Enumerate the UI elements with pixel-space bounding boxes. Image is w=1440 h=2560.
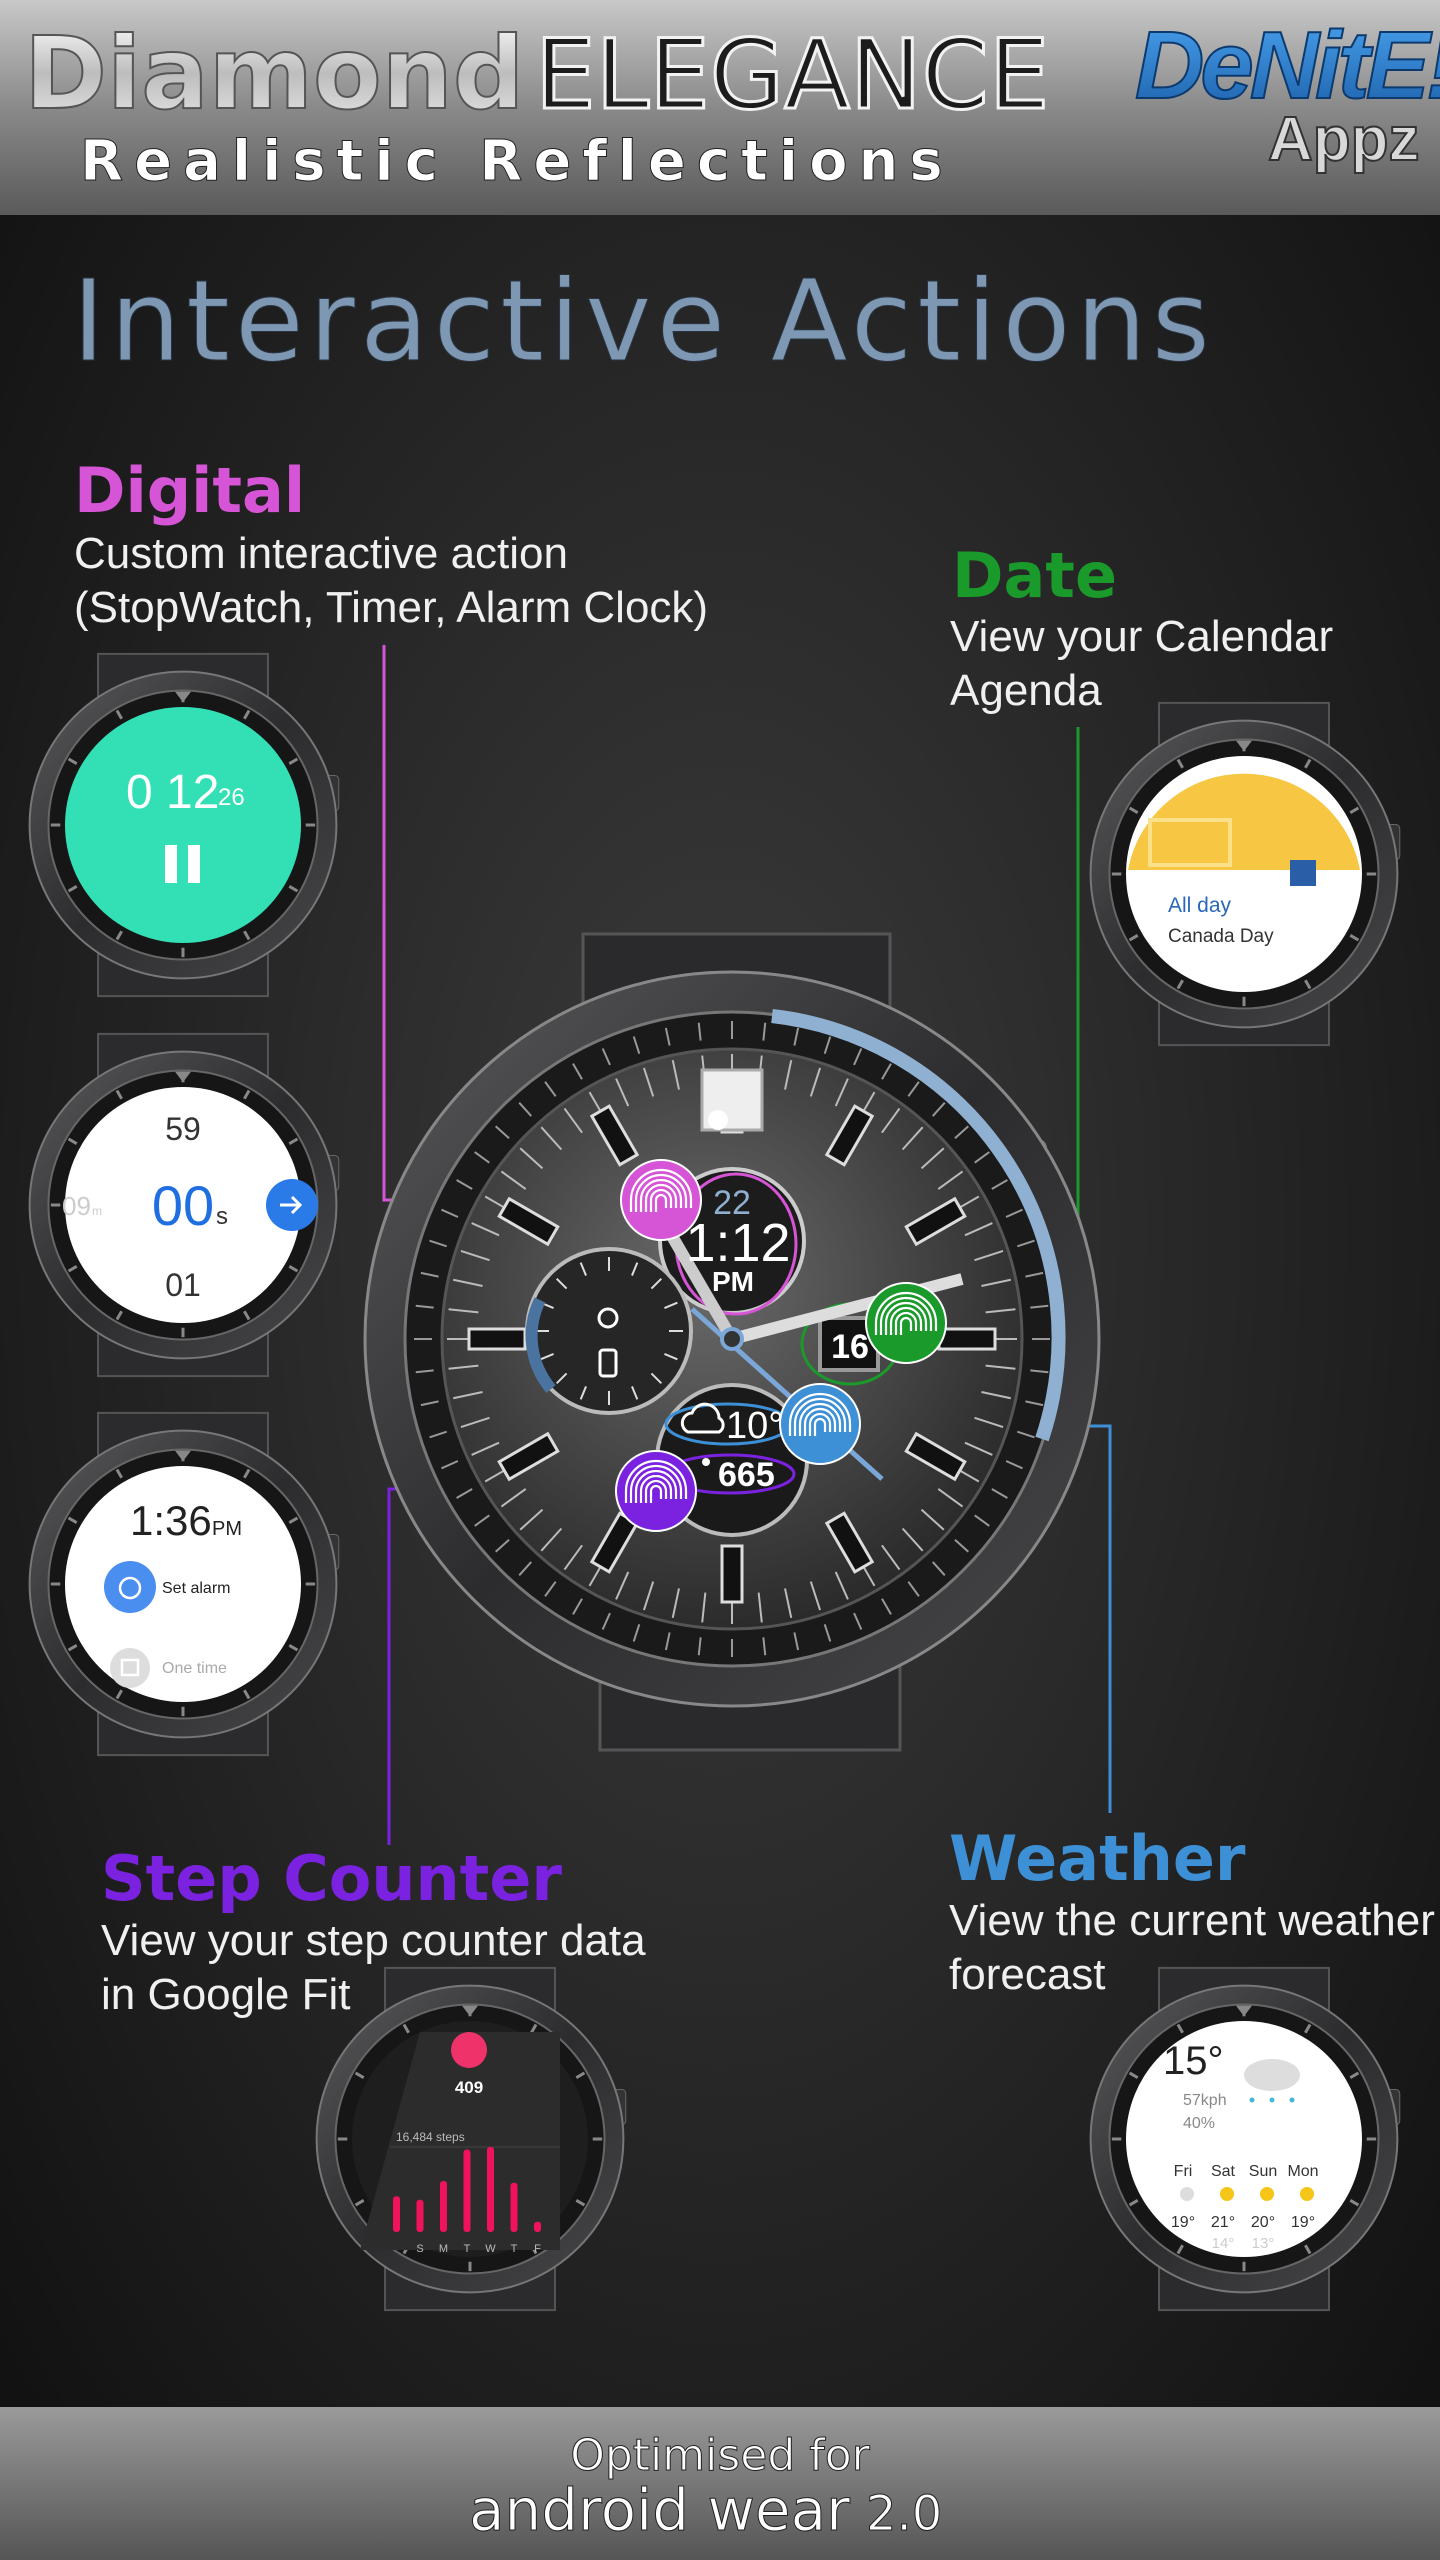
feature-desc: Agenda: [950, 666, 1102, 715]
set-alarm-label[interactable]: Set alarm: [162, 1580, 230, 1597]
day-label: T: [511, 2243, 518, 2255]
footer-android-wear: android wear: [469, 2476, 850, 2544]
feature-desc: (StopWatch, Timer, Alarm Clock): [74, 583, 708, 632]
repeat-label[interactable]: One time: [162, 1660, 227, 1677]
feature-title: Step Counter: [101, 1842, 562, 1915]
timer-value: 00: [152, 1174, 214, 1237]
walking-icon: [451, 2032, 487, 2068]
step-bar: [393, 2196, 400, 2232]
day-label: T: [464, 2243, 471, 2255]
date-day: 16: [831, 1328, 869, 1366]
timer-left-value: 09: [62, 1191, 91, 1221]
repeat-button: [110, 1648, 150, 1688]
logo-denite: DeNitE!: [1135, 12, 1440, 119]
partly-sunny-icon: [1260, 2187, 1274, 2201]
fit-total: 16,484 steps: [396, 2130, 465, 2144]
step-count: 665: [718, 1456, 775, 1494]
watch-screen: [1126, 2021, 1362, 2257]
feature-desc: Custom interactive action: [74, 529, 568, 578]
timer-above: 59: [165, 1111, 201, 1147]
fingerprint-icon: [615, 1450, 697, 1532]
fingerprint-badge: [779, 1383, 861, 1465]
fingerprint-icon: [779, 1383, 861, 1465]
partly-sunny-icon: [1220, 2187, 1234, 2201]
step-bar: [463, 2149, 471, 2232]
header-subtitle: Realistic Reflections: [80, 129, 954, 194]
feature-title: Date: [952, 539, 1117, 612]
step-bar: [534, 2221, 541, 2232]
forecast-low: 13°: [1252, 2235, 1275, 2252]
watch-screen: [65, 707, 301, 943]
title-diamond: Diamond: [24, 15, 524, 132]
partly-sunny-icon: [1300, 2187, 1314, 2201]
rain-icon: [1180, 2187, 1194, 2201]
forecast-day: Fri: [1174, 2163, 1193, 2180]
forecast-high: 21°: [1211, 2214, 1235, 2231]
walking-icon: [702, 1458, 710, 1466]
temperature: 10°: [726, 1405, 783, 1447]
step-bar: [487, 2147, 494, 2232]
timer-below: 01: [165, 1267, 201, 1303]
ampm: PM: [712, 1266, 754, 1297]
feature-desc: View your step counter data: [101, 1916, 646, 1965]
weather-temp: 15°: [1163, 2039, 1224, 2083]
forecast-day: Sat: [1211, 2163, 1236, 2180]
footer-version: 2.0: [866, 2486, 942, 2542]
stopwatch-seconds: 26: [218, 784, 245, 811]
day-label: S: [416, 2243, 423, 2255]
timer-unit: s: [216, 1203, 228, 1230]
hour-marker: [467, 1327, 527, 1351]
forecast-high: 19°: [1171, 2214, 1195, 2231]
calendar-icon: [1290, 860, 1316, 886]
fit-current: 409: [455, 2078, 483, 2097]
hour-marker: [937, 1327, 997, 1351]
calendar-event[interactable]: Canada Day: [1168, 926, 1274, 947]
diamond-sparkle: [708, 1110, 728, 1130]
digital-time: 1:12: [685, 1213, 790, 1273]
forecast-day: Sun: [1249, 2163, 1277, 2180]
step-bar: [440, 2181, 447, 2232]
day-label: F: [534, 2243, 541, 2255]
alarm-time: 1:36: [130, 1497, 212, 1544]
weather-precip: 40%: [1183, 2115, 1215, 2132]
feature-desc: View the current weather: [949, 1896, 1435, 1945]
footer-banner: Optimised for android wear 2.0: [0, 2407, 1440, 2560]
feature-desc: in Google Fit: [101, 1970, 350, 2019]
header-banner: Diamond ELEGANCE Realistic Reflections D…: [0, 0, 1440, 215]
snow-dot: [1289, 2097, 1295, 2103]
fingerprint-icon: [865, 1282, 947, 1364]
title-elegance: ELEGANCE: [535, 19, 1049, 131]
fingerprint-badge: [615, 1450, 697, 1532]
forecast-high: 20°: [1251, 2214, 1275, 2231]
feature-desc: forecast: [949, 1950, 1106, 1999]
forecast-low: 14°: [1212, 2235, 1235, 2252]
calendar-all-day: All day: [1168, 894, 1232, 917]
snow-dot: [1269, 2097, 1275, 2103]
logo-appz: Appz: [1268, 105, 1420, 174]
hour-marker: [720, 1544, 744, 1604]
fingerprint-badge: [865, 1282, 947, 1364]
weather-wind: 57kph: [1183, 2092, 1227, 2109]
day-label: W: [485, 2243, 496, 2255]
feature-title: Weather: [949, 1822, 1246, 1895]
timer-left-unit: m: [92, 1204, 102, 1218]
forecast-high: 19°: [1291, 2214, 1315, 2231]
footer-line1: Optimised for: [570, 2430, 870, 2481]
page-title: Interactive Actions: [72, 257, 1215, 387]
day-label: M: [439, 2243, 448, 2255]
step-bar: [510, 2182, 518, 2232]
snow-dot: [1249, 2097, 1255, 2103]
feature-title: Digital: [74, 454, 305, 527]
pause-icon: [165, 845, 177, 883]
set-alarm-button: [104, 1561, 156, 1613]
forecast-day: Mon: [1287, 2163, 1318, 2180]
pause-icon: [188, 845, 200, 883]
step-bar: [416, 2199, 424, 2232]
snow-cloud-icon: [1244, 2059, 1300, 2091]
alarm-ampm: PM: [212, 1518, 242, 1540]
hand-pin: [720, 1327, 744, 1351]
feature-desc: View your Calendar: [950, 612, 1333, 661]
stopwatch-minutes: 0 12: [126, 766, 219, 819]
promo-canvas: Diamond ELEGANCE Realistic Reflections D…: [0, 0, 1440, 2560]
